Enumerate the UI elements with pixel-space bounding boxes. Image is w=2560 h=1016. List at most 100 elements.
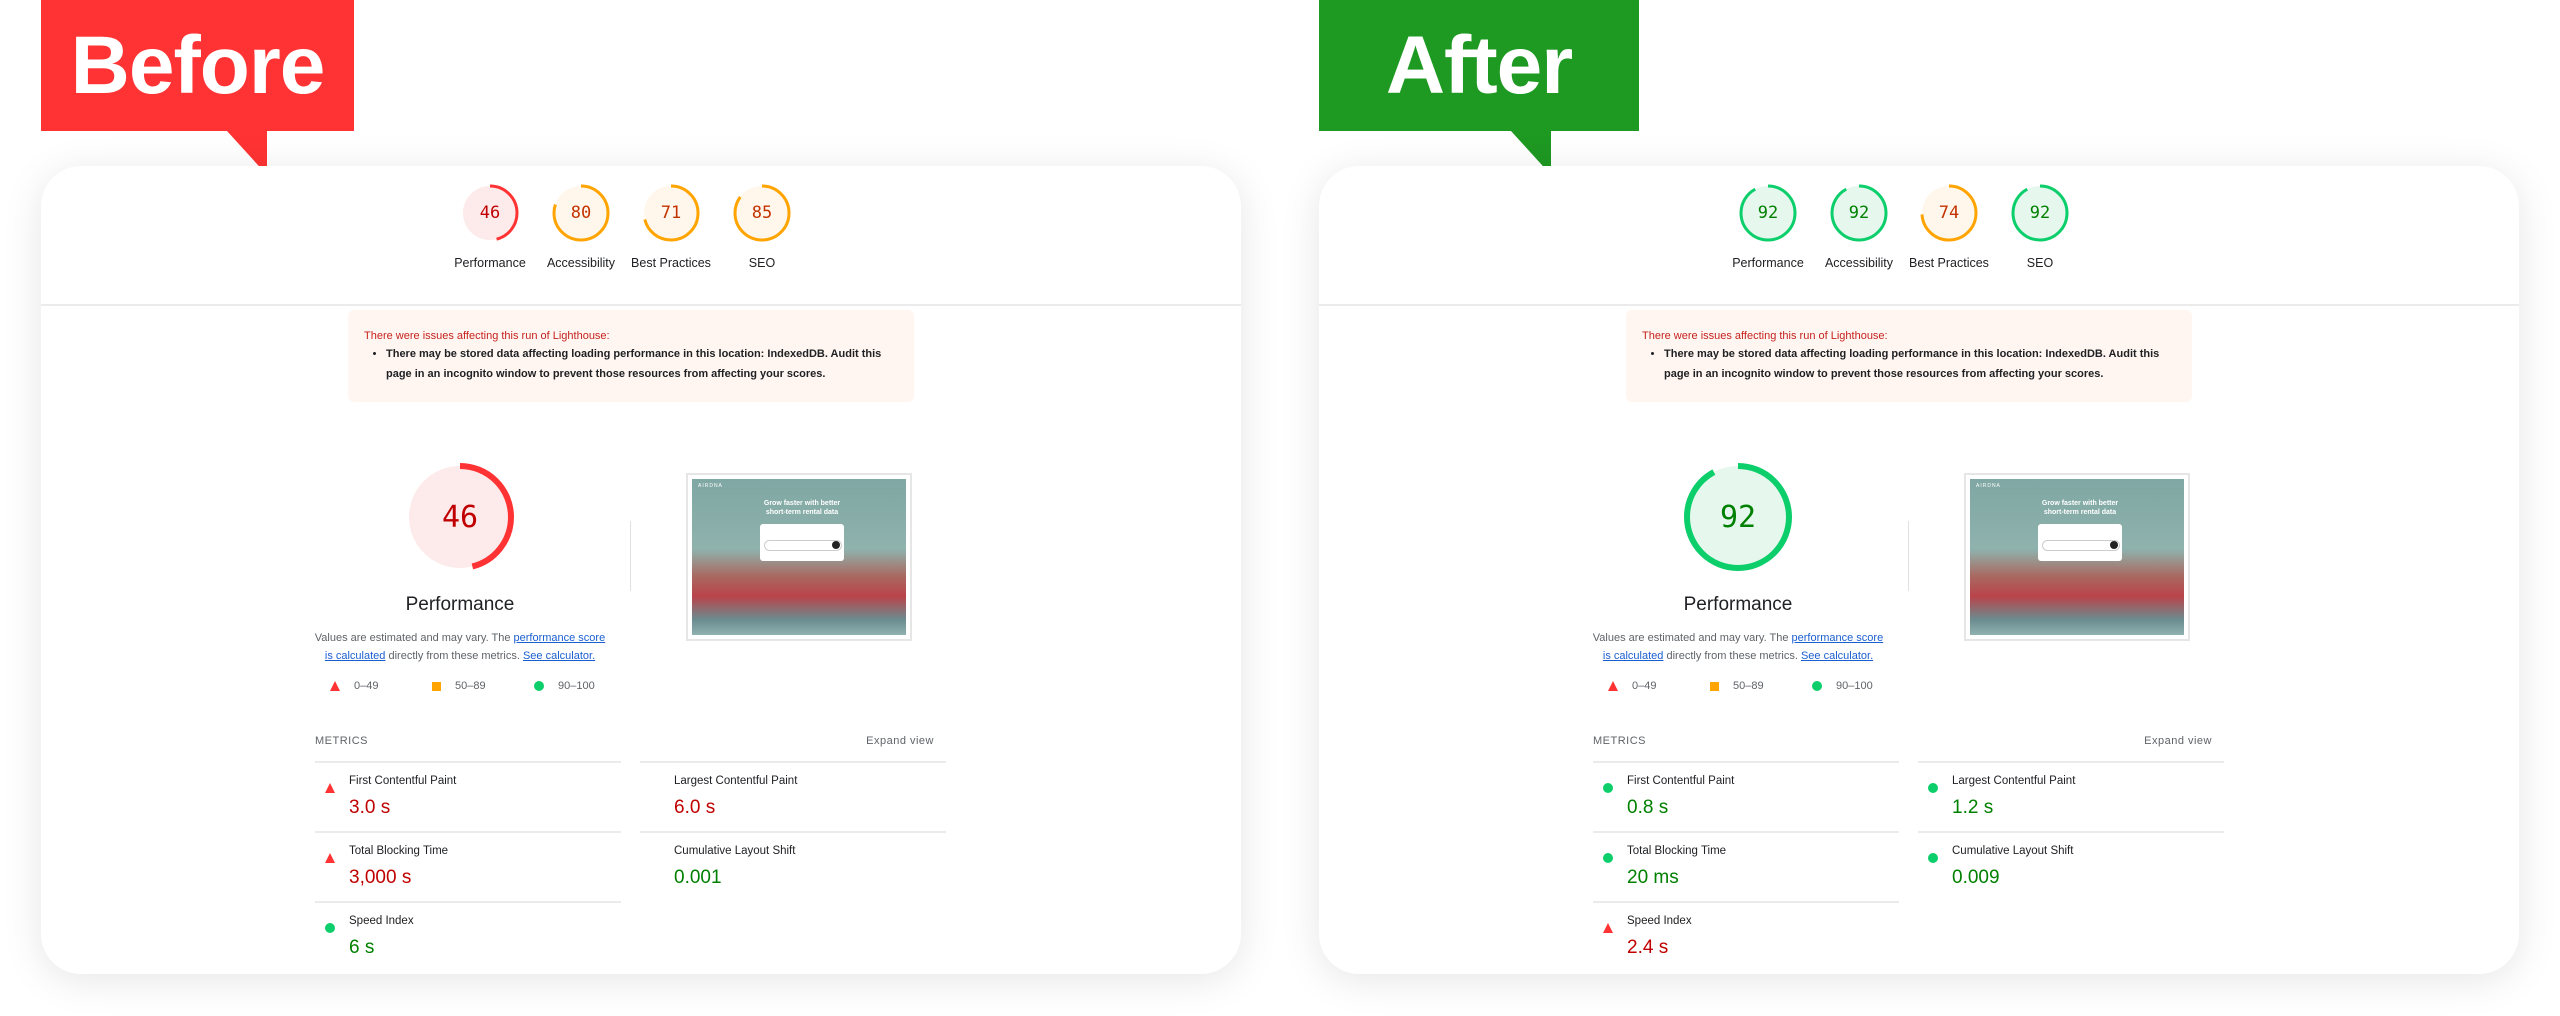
performance-gauge[interactable]: 92 — [1681, 460, 1795, 574]
gauge-score: 74 — [1938, 203, 1960, 223]
legend-item: 50–89 — [1710, 680, 1764, 692]
before-label: Before — [41, 0, 354, 131]
metric-cumulative-layout-shift: Cumulative Layout Shift 0.001 — [640, 831, 946, 903]
gauge-score: 92 — [1757, 203, 1779, 223]
gauge-score: 85 — [751, 203, 773, 223]
category-label[interactable]: Performance — [445, 254, 535, 272]
category-gauge-seo[interactable]: 85 — [732, 183, 792, 243]
header-divider — [41, 304, 1241, 306]
metric-label: Total Blocking Time — [1627, 845, 1727, 857]
vertical-divider — [630, 521, 631, 591]
gauge-score: 46 — [441, 499, 479, 535]
page-screenshot-thumbnail[interactable]: AIRDNA Grow faster with better short-term… — [686, 473, 912, 641]
metric-status — [325, 850, 335, 868]
expand-view-button[interactable]: Expand view — [2144, 735, 2212, 747]
vertical-divider — [1908, 521, 1909, 591]
description-text: Values are estimated and may vary. The — [1592, 632, 1792, 644]
square-icon — [1710, 681, 1719, 691]
metric-value: 3,000 s — [349, 867, 412, 888]
circle-icon — [1928, 783, 1938, 793]
category-gauge-seo[interactable]: 92 — [2010, 183, 2070, 243]
warning-title: There were issues affecting this run of … — [364, 330, 610, 342]
thumbnail-logo: AIRDNA — [698, 483, 723, 489]
metric-value: 6.0 s — [674, 797, 716, 818]
metric-label: Cumulative Layout Shift — [674, 845, 796, 857]
warning-title: There were issues affecting this run of … — [1642, 330, 1888, 342]
legend-range: 90–100 — [558, 680, 595, 692]
header-divider — [1319, 304, 2519, 306]
description-text: directly from these metrics. — [1663, 650, 1801, 662]
metric-first-contentful-paint: First Contentful Paint 3.0 s — [315, 761, 621, 833]
category-label[interactable]: SEO — [1995, 254, 2085, 272]
performance-title: Performance — [1683, 594, 1793, 615]
metric-status — [1603, 850, 1613, 868]
category-label[interactable]: Performance — [1723, 254, 1813, 272]
thumbnail-headline: Grow faster with better short-term renta… — [2041, 500, 2119, 516]
legend-range: 0–49 — [1632, 680, 1657, 692]
metric-label: Speed Index — [349, 915, 414, 927]
gauge-score: 80 — [570, 203, 592, 223]
category-gauge-performance[interactable]: 46 — [460, 183, 520, 243]
metric-value: 2.4 s — [1627, 937, 1669, 958]
legend-item: 90–100 — [534, 680, 595, 692]
metric-value: 6 s — [349, 937, 375, 958]
thumbnail-logo: AIRDNA — [1976, 483, 2001, 489]
category-label[interactable]: Accessibility — [1814, 254, 1904, 272]
metric-status — [325, 780, 335, 798]
thumbnail-search-button — [832, 541, 840, 549]
category-gauge-accessibility[interactable]: 92 — [1829, 183, 1889, 243]
category-label[interactable]: SEO — [717, 254, 807, 272]
gauge-score: 92 — [2029, 203, 2051, 223]
metric-value: 20 ms — [1627, 867, 1679, 888]
thumbnail-search-input — [764, 540, 842, 551]
screenshot-image: AIRDNA Grow faster with better short-term… — [1970, 479, 2184, 635]
performance-gauge[interactable]: 46 — [403, 460, 517, 574]
category-label[interactable]: Best Practices — [626, 254, 716, 272]
category-gauge-accessibility[interactable]: 80 — [551, 183, 611, 243]
circle-icon — [325, 923, 335, 933]
metric-status — [1928, 850, 1938, 868]
gauge-score: 92 — [1719, 499, 1757, 535]
warning-list: There may be stored data affecting loadi… — [368, 344, 896, 384]
metric-largest-contentful-paint: Largest Contentful Paint 1.2 s — [1918, 761, 2224, 833]
thumbnail-search-button — [2110, 541, 2118, 549]
category-label[interactable]: Best Practices — [1904, 254, 1994, 272]
triangle-icon — [1608, 681, 1618, 691]
metric-status — [1603, 780, 1613, 798]
expand-view-button[interactable]: Expand view — [866, 735, 934, 747]
thumbnail-search-card — [760, 524, 844, 561]
metric-total-blocking-time: Total Blocking Time 20 ms — [1593, 831, 1899, 903]
legend-item: 50–89 — [432, 680, 486, 692]
category-gauge-best-practices[interactable]: 71 — [641, 183, 701, 243]
metric-speed-index: Speed Index 6 s — [315, 901, 621, 973]
gauge-score: 92 — [1848, 203, 1870, 223]
legend-item: 0–49 — [330, 680, 378, 692]
category-gauge-best-practices[interactable]: 74 — [1919, 183, 1979, 243]
after-report-card: 92 Performance 92 Accessibility 74 Best Pract… — [1319, 166, 2519, 974]
see-calculator-link[interactable]: See calculator. — [523, 650, 595, 662]
warning-item: There may be stored data affecting loadi… — [1664, 344, 2174, 384]
category-gauge-performance[interactable]: 92 — [1738, 183, 1798, 243]
page-screenshot-thumbnail[interactable]: AIRDNA Grow faster with better short-term… — [1964, 473, 2190, 641]
warning-box: There were issues affecting this run of … — [348, 310, 914, 402]
metric-status — [325, 920, 335, 938]
screenshot-image: AIRDNA Grow faster with better short-term… — [692, 479, 906, 635]
metric-label: First Contentful Paint — [1627, 775, 1735, 787]
category-label[interactable]: Accessibility — [536, 254, 626, 272]
description-text: Values are estimated and may vary. The — [314, 632, 514, 644]
triangle-icon — [325, 783, 335, 793]
description-text: directly from these metrics. — [385, 650, 523, 662]
circle-icon — [1812, 681, 1822, 691]
square-icon — [432, 681, 441, 691]
metric-status — [1603, 920, 1613, 938]
legend-range: 50–89 — [455, 680, 486, 692]
metric-cumulative-layout-shift: Cumulative Layout Shift 0.009 — [1918, 831, 2224, 903]
warning-box: There were issues affecting this run of … — [1626, 310, 2192, 402]
performance-description: Values are estimated and may vary. The p… — [1588, 629, 1888, 665]
see-calculator-link[interactable]: See calculator. — [1801, 650, 1873, 662]
legend-range: 90–100 — [1836, 680, 1873, 692]
metric-label: Total Blocking Time — [349, 845, 449, 857]
thumbnail-headline: Grow faster with better short-term renta… — [763, 500, 841, 516]
legend-item: 90–100 — [1812, 680, 1873, 692]
before-report-card: 46 Performance 80 Accessibility 71 Best Pract… — [41, 166, 1241, 974]
